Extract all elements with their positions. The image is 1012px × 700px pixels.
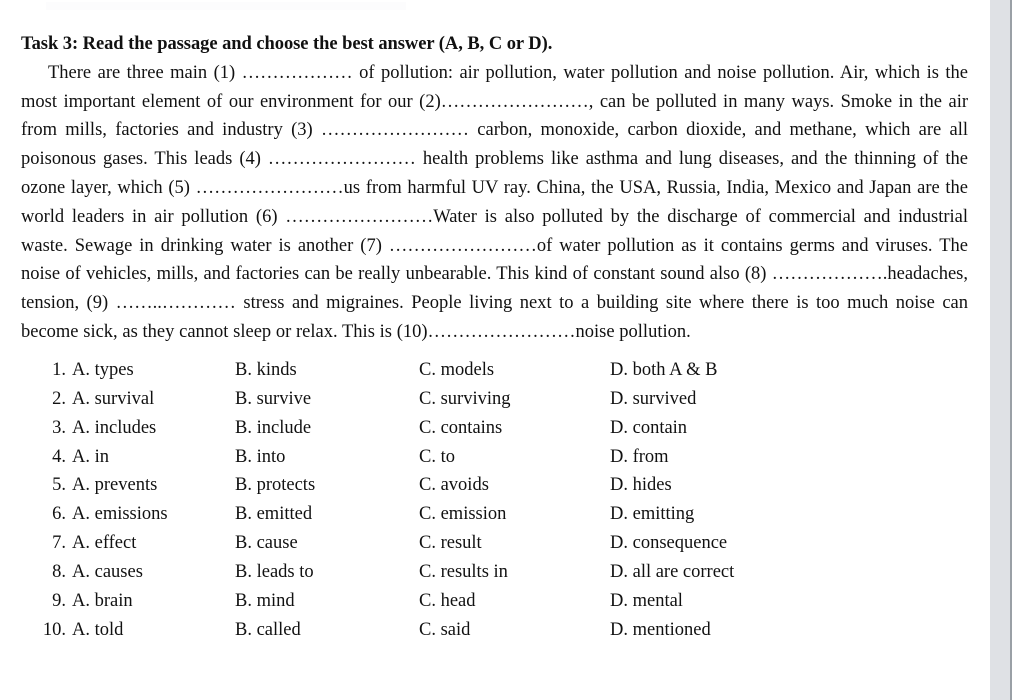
option-choice-a[interactable]: A. types bbox=[72, 356, 235, 385]
option-choice-a[interactable]: A. causes bbox=[72, 558, 235, 587]
option-choice-d[interactable]: D. all are correct bbox=[610, 558, 850, 587]
option-choice-c[interactable]: C. models bbox=[419, 356, 610, 385]
option-choice-d[interactable]: D. mentioned bbox=[610, 616, 850, 645]
option-row-number: 5. bbox=[52, 475, 66, 496]
option-choice-b[interactable]: B. leads to bbox=[235, 558, 419, 587]
task-heading: Task 3: Read the passage and choose the … bbox=[21, 34, 553, 54]
option-choice-c[interactable]: C. head bbox=[419, 587, 610, 616]
option-row: 5. A. prevents B. protects C. avoids D. … bbox=[21, 471, 968, 500]
option-row: 8. A. causes B. leads to C. results in D… bbox=[21, 558, 968, 587]
option-choice-d[interactable]: D. hides bbox=[610, 471, 850, 500]
option-choice-d[interactable]: D. survived bbox=[610, 385, 850, 414]
reading-passage: There are three main (1) ……………… of pollu… bbox=[21, 62, 968, 342]
option-row-number: 6. bbox=[52, 504, 66, 525]
option-choice-d[interactable]: D. mental bbox=[610, 587, 850, 616]
option-choice-c[interactable]: C. result bbox=[419, 529, 610, 558]
option-row: 9. A. brain B. mind C. head D. mental bbox=[21, 587, 968, 616]
document-page: Task 3: Read the passage and choose the … bbox=[0, 0, 990, 700]
answer-options-list: 1. A. types B. kinds C. models D. both A… bbox=[21, 356, 968, 645]
clipped-previous-line-artifact bbox=[46, 2, 406, 10]
option-choice-d[interactable]: D. contain bbox=[610, 414, 850, 443]
option-choice-a[interactable]: A. effect bbox=[72, 529, 235, 558]
option-choice-d[interactable]: D. both A & B bbox=[610, 356, 850, 385]
option-choice-a[interactable]: A. told bbox=[72, 616, 235, 645]
option-choice-a[interactable]: A. emissions bbox=[72, 500, 235, 529]
option-row-number: 4. bbox=[52, 446, 66, 467]
option-row-number: 9. bbox=[52, 591, 66, 612]
option-choice-c[interactable]: C. results in bbox=[419, 558, 610, 587]
option-row: 7. A. effect B. cause C. result D. conse… bbox=[21, 529, 968, 558]
option-row-number: 2. bbox=[52, 388, 66, 409]
option-row: 6. A. emissions B. emitted C. emission D… bbox=[21, 500, 968, 529]
option-choice-c[interactable]: C. avoids bbox=[419, 471, 610, 500]
option-choice-c[interactable]: C. surviving bbox=[419, 385, 610, 414]
option-row-number: 10. bbox=[42, 619, 66, 640]
option-row: 4. A. in B. into C. to D. from bbox=[21, 443, 968, 472]
option-choice-d[interactable]: D. emitting bbox=[610, 500, 850, 529]
option-row-number: 3. bbox=[52, 417, 66, 438]
option-choice-b[interactable]: B. called bbox=[235, 616, 419, 645]
option-row: 3. A. includes B. include C. contains D.… bbox=[21, 414, 968, 443]
option-row: 1. A. types B. kinds C. models D. both A… bbox=[21, 356, 968, 385]
option-choice-b[interactable]: B. protects bbox=[235, 471, 419, 500]
option-row-number: 7. bbox=[52, 533, 66, 554]
option-row-number: 1. bbox=[52, 359, 66, 380]
option-choice-b[interactable]: B. emitted bbox=[235, 500, 419, 529]
option-choice-d[interactable]: D. from bbox=[610, 443, 850, 472]
option-choice-a[interactable]: A. prevents bbox=[72, 471, 235, 500]
option-choice-c[interactable]: C. to bbox=[419, 443, 610, 472]
option-choice-b[interactable]: B. into bbox=[235, 443, 419, 472]
option-row: 2. A. survival B. survive C. surviving D… bbox=[21, 385, 968, 414]
option-choice-b[interactable]: B. cause bbox=[235, 529, 419, 558]
option-choice-b[interactable]: B. include bbox=[235, 414, 419, 443]
option-row: 10. A. told B. called C. said D. mention… bbox=[21, 616, 968, 645]
option-choice-a[interactable]: A. in bbox=[72, 443, 235, 472]
option-choice-c[interactable]: C. said bbox=[419, 616, 610, 645]
option-choice-a[interactable]: A. brain bbox=[72, 587, 235, 616]
option-choice-b[interactable]: B. kinds bbox=[235, 356, 419, 385]
option-choice-a[interactable]: A. includes bbox=[72, 414, 235, 443]
option-choice-a[interactable]: A. survival bbox=[72, 385, 235, 414]
option-choice-b[interactable]: B. survive bbox=[235, 385, 419, 414]
option-choice-c[interactable]: C. emission bbox=[419, 500, 610, 529]
option-row-number: 8. bbox=[52, 562, 66, 583]
option-choice-c[interactable]: C. contains bbox=[419, 414, 610, 443]
page-right-gutter bbox=[990, 0, 1012, 700]
option-choice-d[interactable]: D. consequence bbox=[610, 529, 850, 558]
option-choice-b[interactable]: B. mind bbox=[235, 587, 419, 616]
